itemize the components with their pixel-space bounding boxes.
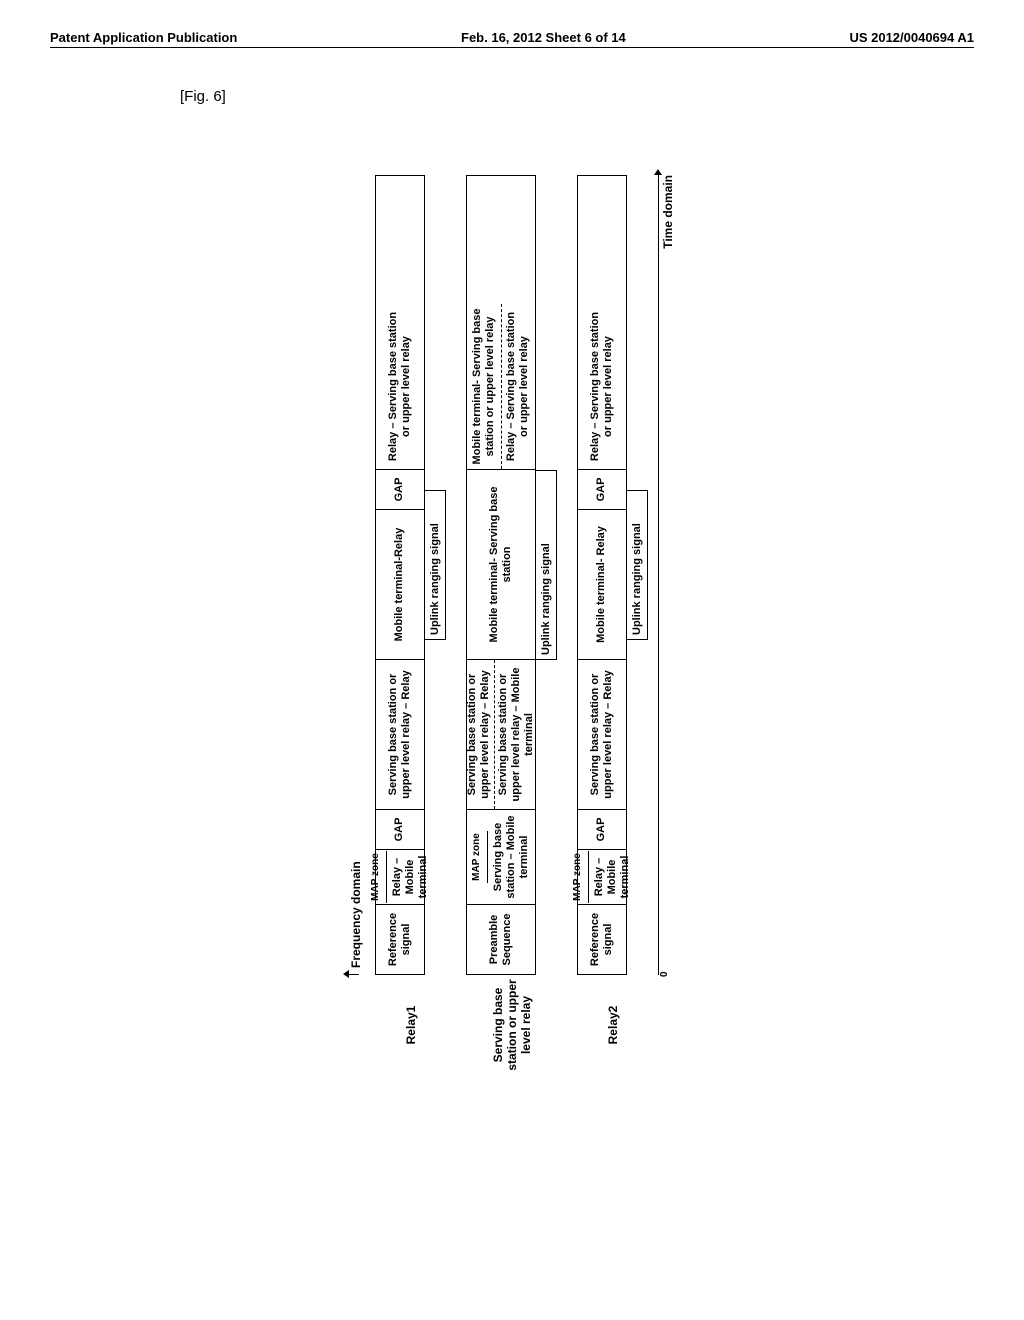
serving-preamble: Preamble Sequence xyxy=(467,904,535,974)
serving-ul-access: Mobile terminal- Serving base station xyxy=(467,469,535,659)
x-axis xyxy=(658,175,659,975)
serving-uplink-ranging: Uplink ranging signal xyxy=(536,470,557,660)
x-axis-arrow-icon xyxy=(658,175,659,975)
relay2-gap1: GAP xyxy=(578,809,626,849)
y-axis-label: Frequency domain xyxy=(349,861,363,968)
row-serving: Serving base station or upper level rela… xyxy=(466,175,557,1075)
serving-dl-to-mobile: Serving base station or upper level rela… xyxy=(495,660,539,809)
page-header: Patent Application Publication Feb. 16, … xyxy=(50,30,974,48)
relay1-ul-backhaul: Relay – Serving base station or upper le… xyxy=(376,304,424,469)
relay2-map: MAP zone Relay – Mobile terminal xyxy=(578,849,626,904)
serving-ul-from-relay: Relay – Serving base station or upper le… xyxy=(502,304,536,469)
header-center: Feb. 16, 2012 Sheet 6 of 14 xyxy=(461,30,626,45)
relay1-ref: Reference signal xyxy=(376,904,424,974)
relay2-uplink-ranging: Uplink ranging signal xyxy=(627,490,648,640)
relay1-gap1: GAP xyxy=(376,809,424,849)
x-axis-label: Time domain xyxy=(661,175,675,249)
serving-dl-backhaul: Serving base station or upper level rela… xyxy=(467,659,535,809)
origin-label: 0 xyxy=(659,971,675,977)
diagram-rotation-wrapper: Frequency domain Relay1 Reference signal… xyxy=(62,175,962,1075)
frame-diagram: Frequency domain Relay1 Reference signal… xyxy=(349,175,675,1075)
row-relay1: Relay1 Reference signal MAP zone Relay –… xyxy=(375,175,446,1075)
relay2-ul-backhaul: Relay – Serving base station or upper le… xyxy=(578,304,626,469)
relay1-gap2: GAP xyxy=(376,469,424,509)
serving-ul-from-mobile: Mobile terminal- Serving base station or… xyxy=(467,304,502,469)
header-right: US 2012/0040694 A1 xyxy=(849,30,974,45)
relay1-ul-access: Mobile terminal-Relay xyxy=(376,509,424,659)
header-left: Patent Application Publication xyxy=(50,30,237,45)
relay2-ref: Reference signal xyxy=(578,904,626,974)
relay1-uplink-ranging: Uplink ranging signal xyxy=(425,490,446,640)
row-relay2: Relay2 Reference signal MAP zone Relay –… xyxy=(577,175,648,1075)
y-axis-arrow-icon xyxy=(349,974,359,975)
serving-map-zone: MAP zone xyxy=(467,831,488,883)
relay2-ul-access: Mobile terminal- Relay xyxy=(578,509,626,659)
relay1-dl-backhaul: Serving base station or upper level rela… xyxy=(376,659,424,809)
serving-ul-backhaul: Mobile terminal- Serving base station or… xyxy=(467,304,535,469)
row-label-relay1: Relay1 xyxy=(404,975,418,1075)
relay2-map-zone: MAP zone xyxy=(568,851,589,903)
serving-dl-to-relay: Serving base station or upper level rela… xyxy=(464,660,495,809)
row-label-relay2: Relay2 xyxy=(606,975,620,1075)
serving-map: MAP zone Serving base station – Mobile t… xyxy=(467,809,535,904)
diagram-outer: Frequency domain Relay1 Reference signal… xyxy=(50,125,974,1075)
relay2-gap2: GAP xyxy=(578,469,626,509)
figure-label: [Fig. 6] xyxy=(180,88,974,105)
relay1-map-zone: MAP zone xyxy=(366,851,387,903)
relay2-dl-backhaul: Serving base station or upper level rela… xyxy=(578,659,626,809)
relay1-map: MAP zone Relay – Mobile terminal xyxy=(376,849,424,904)
row-label-serving: Serving base station or upper level rela… xyxy=(491,975,533,1075)
serving-dl-access: Serving base station – Mobile terminal xyxy=(488,810,536,904)
